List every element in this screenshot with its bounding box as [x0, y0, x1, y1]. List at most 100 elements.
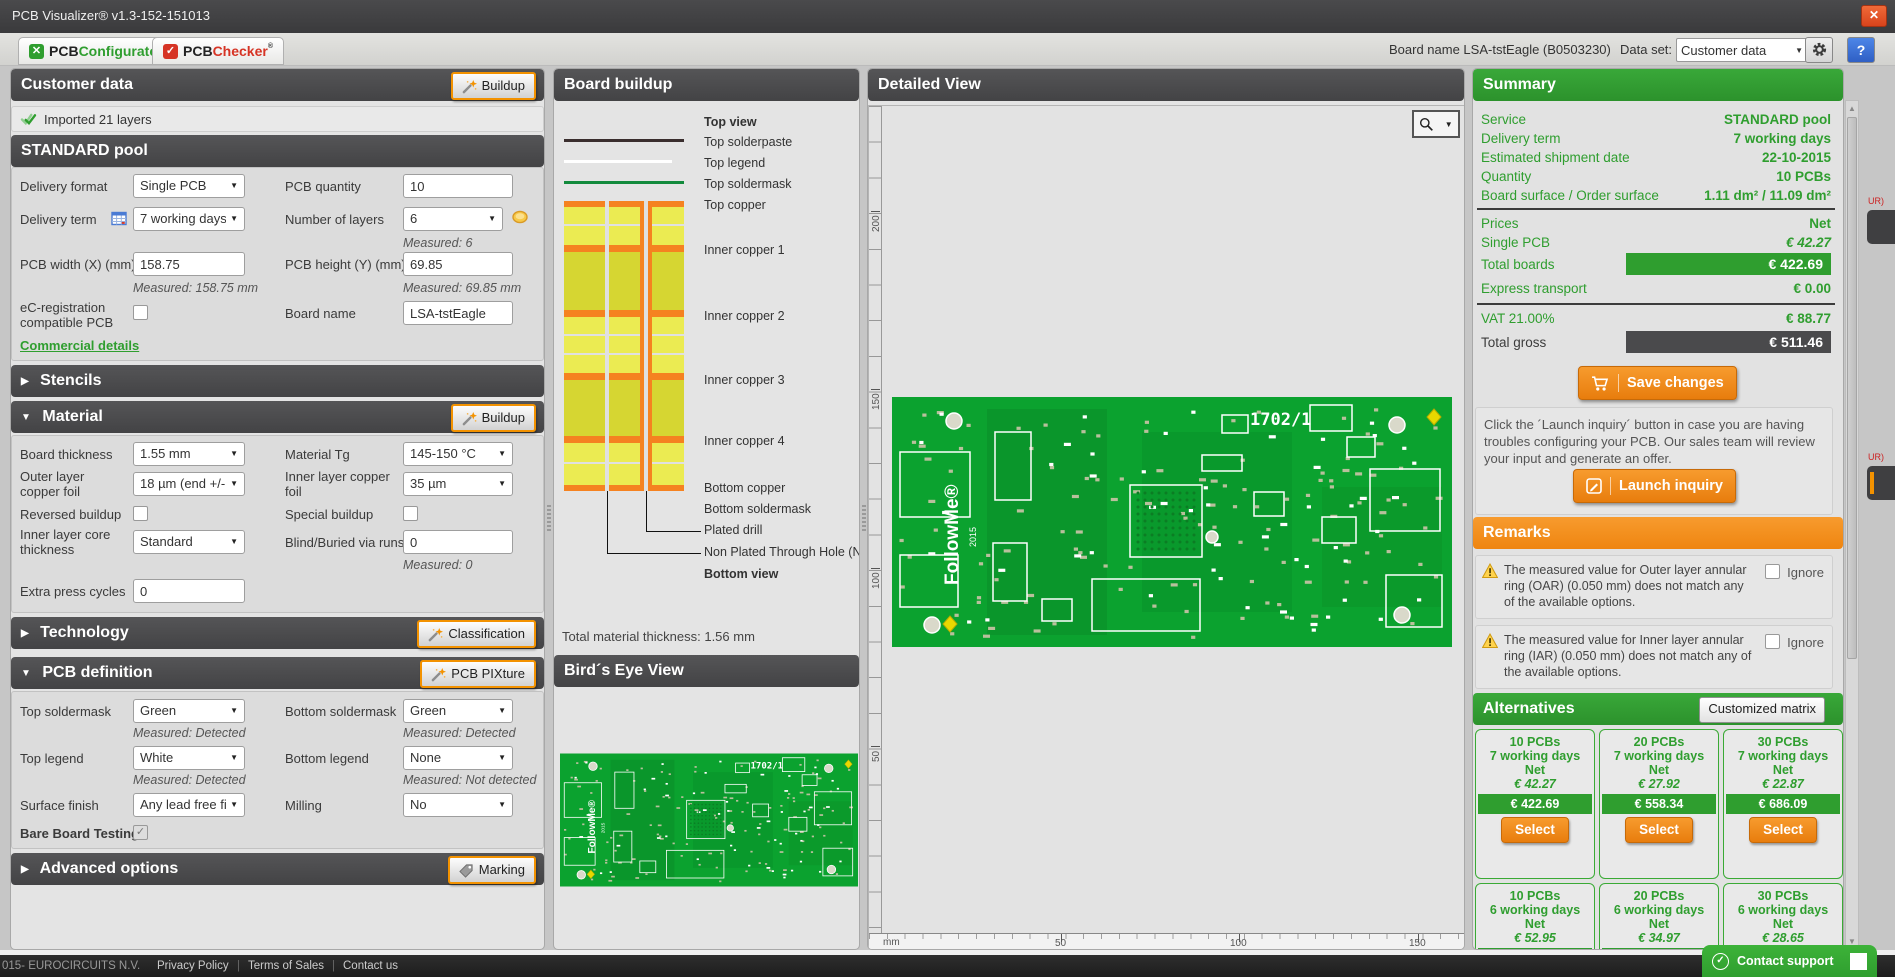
chevron-down-icon: ▼	[1445, 120, 1453, 129]
via-runs-input[interactable]: 0	[403, 530, 513, 554]
launch-inquiry-button[interactable]: Launch inquiry	[1573, 469, 1736, 503]
ignore-checkbox[interactable]	[1765, 564, 1780, 579]
advanced-options-header[interactable]: ▶ Advanced options Marking	[11, 853, 544, 885]
birdseye-board-image[interactable]	[560, 753, 858, 887]
pcb-definition-header[interactable]: ▼ PCB definition PCB PIXture	[11, 657, 544, 689]
layer-stack	[564, 201, 684, 491]
scrollbar-thumb[interactable]	[1847, 117, 1857, 659]
edge-side-tab[interactable]	[1867, 466, 1895, 500]
detail-board-image[interactable]	[892, 397, 1452, 647]
summary-row: Board surface / Order surface1.11 dm² / …	[1481, 188, 1831, 203]
ruler-tick-label: 150	[871, 393, 882, 410]
zoom-tool-button[interactable]: ▼	[1412, 110, 1460, 138]
pcb-quantity-label: PCB quantity	[285, 179, 361, 194]
settings-button[interactable]	[1805, 37, 1833, 63]
delivery-format-select[interactable]: Single PCB▼	[133, 174, 245, 198]
extra-press-input[interactable]: 0	[133, 579, 245, 603]
technology-header[interactable]: ▶ Technology Classification	[11, 617, 544, 649]
ignore-checkbox[interactable]	[1765, 634, 1780, 649]
help-button[interactable]: ?	[1847, 37, 1875, 63]
delivery-term-select[interactable]: 7 working days▼	[133, 207, 245, 231]
pcb-height-input[interactable]: 69.85	[403, 252, 513, 276]
bottom-soldermask-select[interactable]: Green▼	[403, 699, 513, 723]
milling-label: Milling	[285, 798, 322, 813]
number-of-layers-select[interactable]: 6▼	[403, 207, 503, 231]
surface-finish-select[interactable]: Any lead free fini▼	[133, 793, 245, 817]
layer-label: Top copper	[704, 198, 766, 212]
ignore-label: Ignore	[1787, 635, 1824, 650]
top-soldermask-select[interactable]: Green▼	[133, 699, 245, 723]
panel-splitter[interactable]	[547, 505, 551, 531]
customized-matrix-button[interactable]: Customized matrix	[1699, 697, 1825, 723]
alternative-card: 20 PCBs 7 working days Net € 27.92 € 558…	[1599, 729, 1719, 879]
reversed-buildup-checkbox[interactable]	[133, 506, 148, 521]
outer-copper-select[interactable]: 18 µm (end +/- 5▼	[133, 472, 245, 496]
ignore-label: Ignore	[1787, 565, 1824, 580]
inner-core-select[interactable]: Standard▼	[133, 530, 245, 554]
import-status-text: Imported 21 layers	[44, 112, 152, 127]
special-buildup-checkbox[interactable]	[403, 506, 418, 521]
layers-measured: Measured: 6	[403, 236, 472, 250]
bottom-legend-select[interactable]: None▼	[403, 746, 513, 770]
milling-select[interactable]: No▼	[403, 793, 513, 817]
classification-button[interactable]: Classification	[417, 620, 536, 648]
summary-row: Single PCB€ 42.27	[1481, 235, 1831, 250]
coin-icon[interactable]	[512, 209, 528, 225]
chevron-down-icon: ▼	[230, 442, 238, 466]
top-soldermask-measured: Measured: Detected	[133, 726, 246, 740]
material-buildup-button[interactable]: Buildup	[451, 404, 536, 432]
standard-pool-form: Delivery format Single PCB▼ PCB quantity…	[11, 167, 544, 361]
standard-pool-header: STANDARD pool	[11, 135, 544, 167]
edge-side-tab[interactable]	[1867, 210, 1895, 244]
select-button[interactable]: Select	[1749, 817, 1817, 843]
scroll-up-arrow[interactable]: ▲	[1846, 104, 1858, 113]
tab-checker-label: Checker	[213, 43, 268, 59]
material-header[interactable]: ▼ Material Buildup	[11, 401, 544, 433]
terms-of-sales-link[interactable]: Terms of Sales	[248, 960, 324, 972]
pcb-quantity-input[interactable]: 10	[403, 174, 513, 198]
tab-pcb-checker[interactable]: ✓ PCBChecker®	[152, 37, 284, 65]
board-name-input[interactable]: LSA-tstEagle	[403, 301, 513, 325]
save-changes-button[interactable]: Save changes	[1578, 366, 1737, 400]
close-button[interactable]: ✕	[1861, 5, 1887, 27]
contact-support-button[interactable]: ✓ Contact support	[1702, 945, 1877, 977]
buildup-button[interactable]: Buildup	[451, 72, 536, 100]
commercial-details-link[interactable]: Commercial details	[20, 338, 139, 353]
dataset-select[interactable]: Customer data ▼	[1676, 38, 1808, 62]
pcb-pixture-button[interactable]: PCB PIXture	[420, 660, 536, 688]
summary-title: Summary	[1483, 76, 1556, 93]
delivery-term-label: Delivery term	[20, 212, 97, 227]
select-button[interactable]: Select	[1625, 817, 1693, 843]
calendar-icon[interactable]	[111, 210, 127, 226]
warning-icon	[1482, 633, 1498, 649]
stencils-header[interactable]: ▶ Stencils	[11, 365, 544, 397]
detail-canvas[interactable]: ▼ 200 150 100 50 mm 50 100 150	[868, 105, 1465, 950]
top-legend-select[interactable]: White▼	[133, 746, 245, 770]
chevron-down-icon: ▼	[488, 207, 496, 231]
magnifier-icon	[1419, 117, 1434, 132]
pcb-definition-title: PCB definition	[42, 664, 152, 681]
remark-item: The measured value for Outer layer annul…	[1475, 555, 1833, 619]
layer-label: Plated drill	[704, 523, 762, 537]
select-button[interactable]: Select	[1501, 817, 1569, 843]
board-thickness-select[interactable]: 1.55 mm▼	[133, 442, 245, 466]
summary-scrollbar[interactable]: ▲ ▼	[1845, 100, 1859, 950]
inner-copper-select[interactable]: 35 µm▼	[403, 472, 513, 496]
contact-us-link[interactable]: Contact us	[343, 960, 398, 972]
privacy-policy-link[interactable]: Privacy Policy	[157, 960, 229, 972]
board-name-text: Board name LSA-tstEagle (B0503230)	[1389, 42, 1611, 57]
marking-button[interactable]: Marking	[448, 856, 536, 884]
edge-tab-label: UR)	[1868, 196, 1884, 206]
layer-label: Non Plated Through Hole (NPTH)	[704, 545, 860, 559]
chevron-down-icon: ▼	[230, 746, 238, 770]
pcb-width-input[interactable]: 158.75	[133, 252, 245, 276]
panel-splitter[interactable]	[862, 505, 866, 531]
bare-board-checkbox[interactable]: ✓	[133, 825, 148, 840]
toolbar: ✕ PCBConfigurator® ✓ PCBChecker® Board n…	[0, 33, 1895, 66]
pcb-height-label: PCB height (Y) (mm)	[285, 257, 406, 272]
wand-icon	[462, 411, 477, 426]
width-measured: Measured: 158.75 mm	[133, 281, 258, 295]
material-tg-select[interactable]: 145-150 °C▼	[403, 442, 513, 466]
remarks-title: Remarks	[1483, 524, 1551, 541]
ec-registration-checkbox[interactable]	[133, 305, 148, 320]
